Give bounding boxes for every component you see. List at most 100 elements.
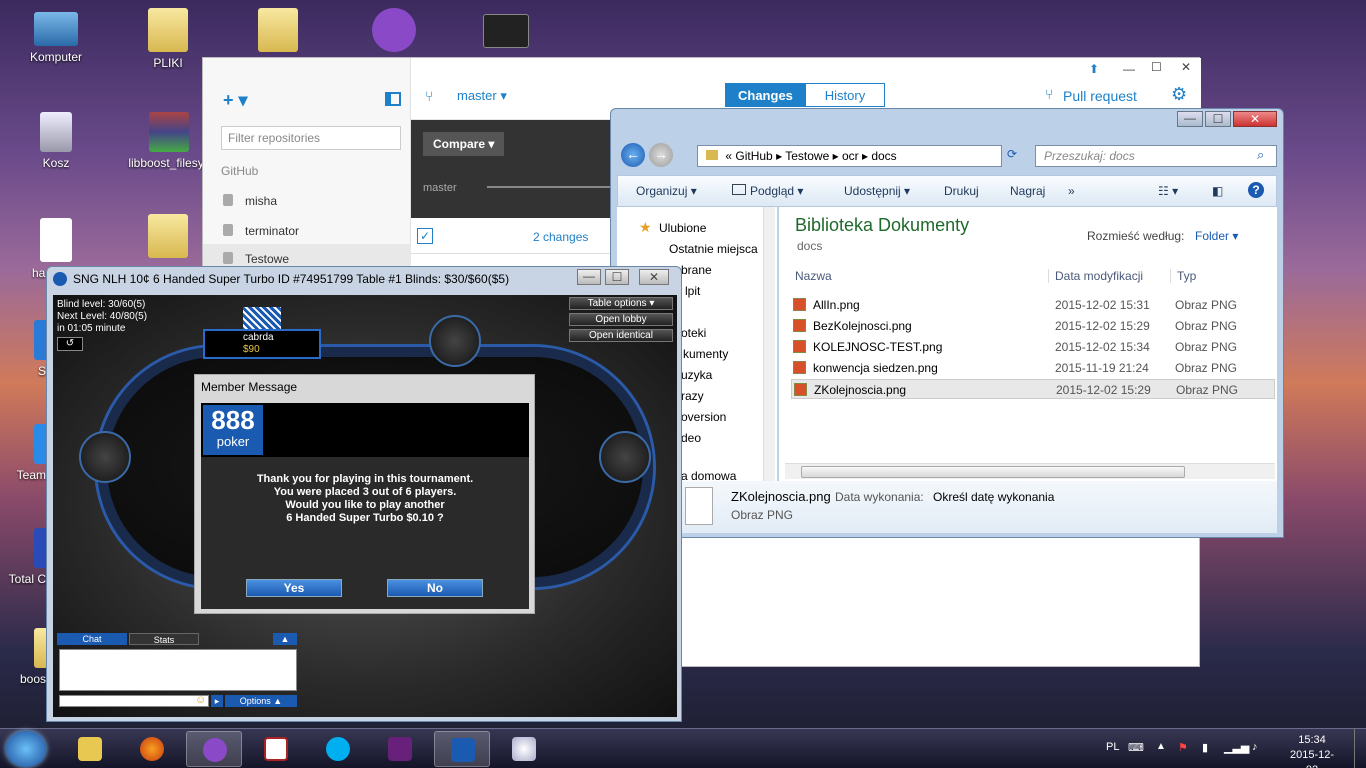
sync-arrow-icon[interactable]: ⬆ bbox=[1089, 62, 1099, 76]
battery-icon[interactable]: ▮ bbox=[1202, 741, 1208, 754]
forward-arrow-icon[interactable]: → bbox=[649, 143, 673, 167]
keyboard-icon[interactable]: ⌨ bbox=[1128, 741, 1144, 754]
search-input[interactable]: Przeszukaj: docs bbox=[1035, 145, 1277, 167]
crumb-github[interactable]: GitHub bbox=[735, 149, 772, 163]
close-button[interactable]: ✕ bbox=[1181, 60, 1191, 74]
preview-pane-icon[interactable]: ◧ bbox=[1212, 184, 1223, 198]
network-signal-icon[interactable]: ▁▃▅ bbox=[1224, 741, 1249, 754]
tab-changes[interactable]: Changes ● bbox=[725, 83, 805, 118]
desktop-icon-folder2[interactable] bbox=[128, 214, 208, 262]
nav-item-2[interactable]: brane bbox=[681, 263, 712, 277]
maximize-button[interactable]: ☐ bbox=[1151, 60, 1162, 74]
crumb-ocr[interactable]: ocr bbox=[842, 149, 859, 163]
clock[interactable]: 15:34 2015-12-02 bbox=[1284, 733, 1340, 768]
seat-left[interactable] bbox=[79, 431, 131, 483]
taskbar-github[interactable] bbox=[186, 731, 242, 767]
list-item-selected[interactable]: ZKolejnoscia.png 2015-12-02 15:29 Obraz … bbox=[791, 379, 1275, 399]
minimize-button[interactable]: — bbox=[1123, 62, 1135, 76]
preview-button[interactable]: Podgląd ▾ bbox=[732, 184, 803, 198]
scrollbar-thumb[interactable] bbox=[801, 466, 1185, 478]
column-header-type[interactable]: Typ bbox=[1177, 269, 1196, 283]
maximize-button[interactable]: ☐ bbox=[605, 269, 629, 285]
desktop-icon-boos[interactable]: boos bbox=[0, 628, 50, 686]
taskbar-visual-studio[interactable] bbox=[372, 731, 428, 767]
maximize-button[interactable]: ☐ bbox=[1205, 111, 1231, 127]
refresh-icon[interactable]: ⟳ bbox=[1007, 147, 1017, 161]
nav-favorites[interactable]: Ulubione bbox=[659, 221, 706, 235]
close-button[interactable]: ✕ bbox=[639, 269, 669, 285]
sidebar-toggle-icon[interactable] bbox=[385, 92, 401, 106]
filter-repositories-input[interactable]: Filter repositories bbox=[221, 126, 401, 150]
seat-right[interactable] bbox=[599, 431, 651, 483]
list-item[interactable]: konwencja siedzen.png 2015-11-19 21:24 O… bbox=[791, 358, 1275, 378]
share-button[interactable]: Udostępnij ▾ bbox=[844, 184, 910, 198]
nav-item-conversion[interactable]: oversion bbox=[681, 410, 726, 424]
taskbar-888poker[interactable] bbox=[434, 731, 490, 767]
taskbar-firefox[interactable] bbox=[124, 731, 180, 767]
seat-top-right[interactable] bbox=[429, 315, 481, 367]
nav-item-music[interactable]: uzyka bbox=[681, 368, 712, 382]
nav-item-video[interactable]: deo bbox=[681, 431, 701, 445]
compare-button[interactable]: Compare ▾ bbox=[423, 132, 505, 156]
language-indicator[interactable]: PL bbox=[1106, 741, 1119, 753]
details-date-value[interactable]: Określ datę wykonania bbox=[933, 490, 1054, 504]
column-header-date[interactable]: Data modyfikacji bbox=[1055, 269, 1171, 283]
desktop-icon-libboost[interactable]: libboost_filesys bbox=[124, 112, 214, 170]
view-options-icon[interactable]: ☷ ▾ bbox=[1158, 184, 1178, 198]
nav-item-pictures[interactable]: razy bbox=[681, 389, 704, 403]
show-desktop-button[interactable] bbox=[1354, 729, 1366, 768]
open-lobby-button[interactable]: Open lobby bbox=[569, 313, 673, 326]
open-identical-button[interactable]: Open identical bbox=[569, 329, 673, 342]
branch-selector[interactable]: master ▾ bbox=[457, 88, 507, 104]
repo-item-misha[interactable]: misha bbox=[221, 192, 407, 214]
print-button[interactable]: Drukuj bbox=[944, 184, 979, 198]
repo-item-terminator[interactable]: terminator bbox=[221, 222, 407, 244]
chat-collapse-button[interactable]: ▲ bbox=[273, 633, 297, 645]
list-item[interactable]: AllIn.png 2015-12-02 15:31 Obraz PNG bbox=[791, 295, 1275, 315]
rebuy-icon[interactable]: ↺ bbox=[57, 337, 83, 351]
desktop-icon-s[interactable]: S bbox=[0, 320, 50, 378]
yes-button[interactable]: Yes bbox=[246, 579, 342, 597]
back-arrow-icon[interactable]: ← bbox=[621, 143, 645, 167]
desktop-icon-github-shortcut[interactable] bbox=[354, 8, 434, 56]
volume-icon[interactable]: ♪ bbox=[1252, 741, 1258, 753]
chat-input[interactable] bbox=[59, 695, 209, 707]
nav-item-4[interactable]: oteki bbox=[681, 326, 706, 340]
settings-gear-icon[interactable]: ⚙ bbox=[1171, 84, 1187, 105]
nav-recent-places[interactable]: Ostatnie miejsca bbox=[669, 242, 758, 256]
pull-request-button[interactable]: Pull request bbox=[1063, 88, 1137, 104]
column-header-name[interactable]: Nazwa bbox=[795, 269, 1049, 283]
taskbar-window[interactable] bbox=[248, 731, 304, 767]
burn-button[interactable]: Nagraj bbox=[1010, 184, 1045, 198]
desktop-icon-komputer[interactable]: Komputer bbox=[16, 12, 96, 64]
desktop-icon-totalc[interactable]: Total C bbox=[0, 528, 50, 586]
list-item[interactable]: BezKolejnosci.png 2015-12-02 15:29 Obraz… bbox=[791, 316, 1275, 336]
nav-scrollbar[interactable] bbox=[763, 207, 775, 481]
desktop-icon-team[interactable]: Team bbox=[0, 424, 50, 482]
desktop-icon-screenshot[interactable] bbox=[466, 14, 546, 52]
tab-stats[interactable]: Stats bbox=[129, 633, 199, 645]
player-plate[interactable]: cabrda $90 bbox=[203, 329, 321, 359]
close-button[interactable]: ✕ bbox=[1233, 111, 1277, 127]
crumb-docs[interactable]: docs bbox=[871, 149, 896, 163]
minimize-button[interactable]: — bbox=[577, 269, 601, 285]
nav-item-3[interactable]: lpit bbox=[685, 284, 700, 298]
list-item[interactable]: KOLEJNOSC-TEST.png 2015-12-02 15:34 Obra… bbox=[791, 337, 1275, 357]
nav-item-documents[interactable]: kumenty bbox=[683, 347, 728, 361]
crumb-testowe[interactable]: Testowe bbox=[785, 149, 829, 163]
organize-button[interactable]: Organizuj ▾ bbox=[636, 184, 697, 198]
arrange-by-dropdown[interactable]: Folder ▾ bbox=[1195, 229, 1238, 243]
no-button[interactable]: No bbox=[387, 579, 483, 597]
send-button[interactable]: ▸ bbox=[211, 695, 223, 707]
emoji-icon[interactable]: ☺ bbox=[195, 694, 206, 706]
tab-chat[interactable]: Chat bbox=[57, 633, 127, 645]
more-button[interactable]: » bbox=[1068, 184, 1075, 198]
desktop-icon-kosz[interactable]: Kosz bbox=[16, 112, 96, 170]
add-repo-button[interactable]: + ▾ bbox=[223, 90, 248, 111]
horizontal-scrollbar[interactable] bbox=[785, 463, 1275, 479]
minimize-button[interactable]: — bbox=[1177, 111, 1203, 127]
options-button[interactable]: Options ▲ bbox=[225, 695, 297, 707]
start-button[interactable] bbox=[6, 731, 46, 767]
desktop-icon-pliki[interactable]: PLIKI bbox=[128, 8, 208, 70]
help-icon[interactable]: ? bbox=[1248, 182, 1264, 198]
